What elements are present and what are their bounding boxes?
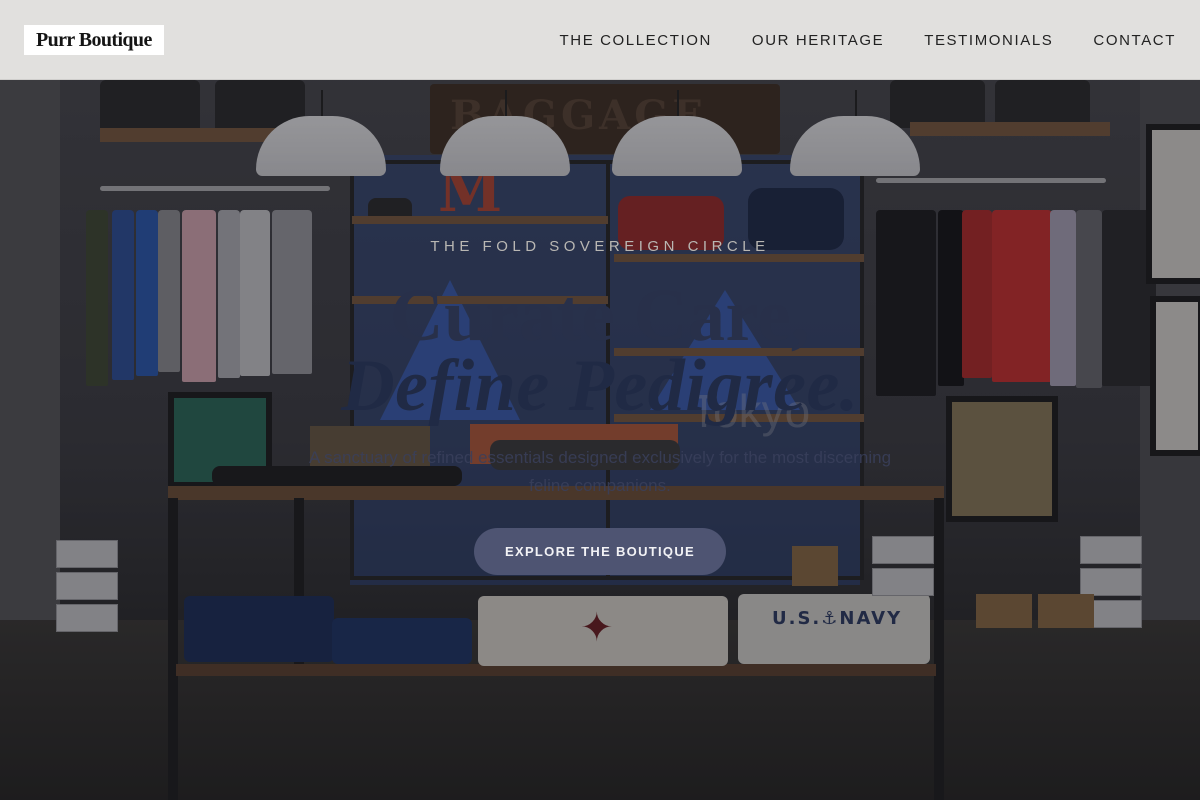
- nav-link-contact[interactable]: CONTACT: [1093, 32, 1176, 49]
- hero-subtitle: A sanctuary of refined essentials design…: [308, 448, 892, 495]
- hero-eyebrow: THE FOLD SOVEREIGN CIRCLE: [430, 238, 770, 255]
- main-nav: THE COLLECTION OUR HERITAGE TESTIMONIALS…: [560, 0, 1177, 80]
- nav-link-collection[interactable]: THE COLLECTION: [560, 32, 712, 49]
- nav-link-heritage[interactable]: OUR HERITAGE: [752, 32, 884, 49]
- logo[interactable]: Purr Boutique: [24, 25, 164, 55]
- hero-headline-line2: Define Pedigree.: [341, 345, 859, 427]
- hero-headline-line1: Curate Care,: [390, 275, 810, 357]
- nav-link-testimonials[interactable]: TESTIMONIALS: [924, 32, 1053, 49]
- site-header: Purr Boutique THE COLLECTION OUR HERITAG…: [0, 0, 1200, 80]
- explore-boutique-button[interactable]: EXPLORE THE BOUTIQUE: [474, 528, 726, 575]
